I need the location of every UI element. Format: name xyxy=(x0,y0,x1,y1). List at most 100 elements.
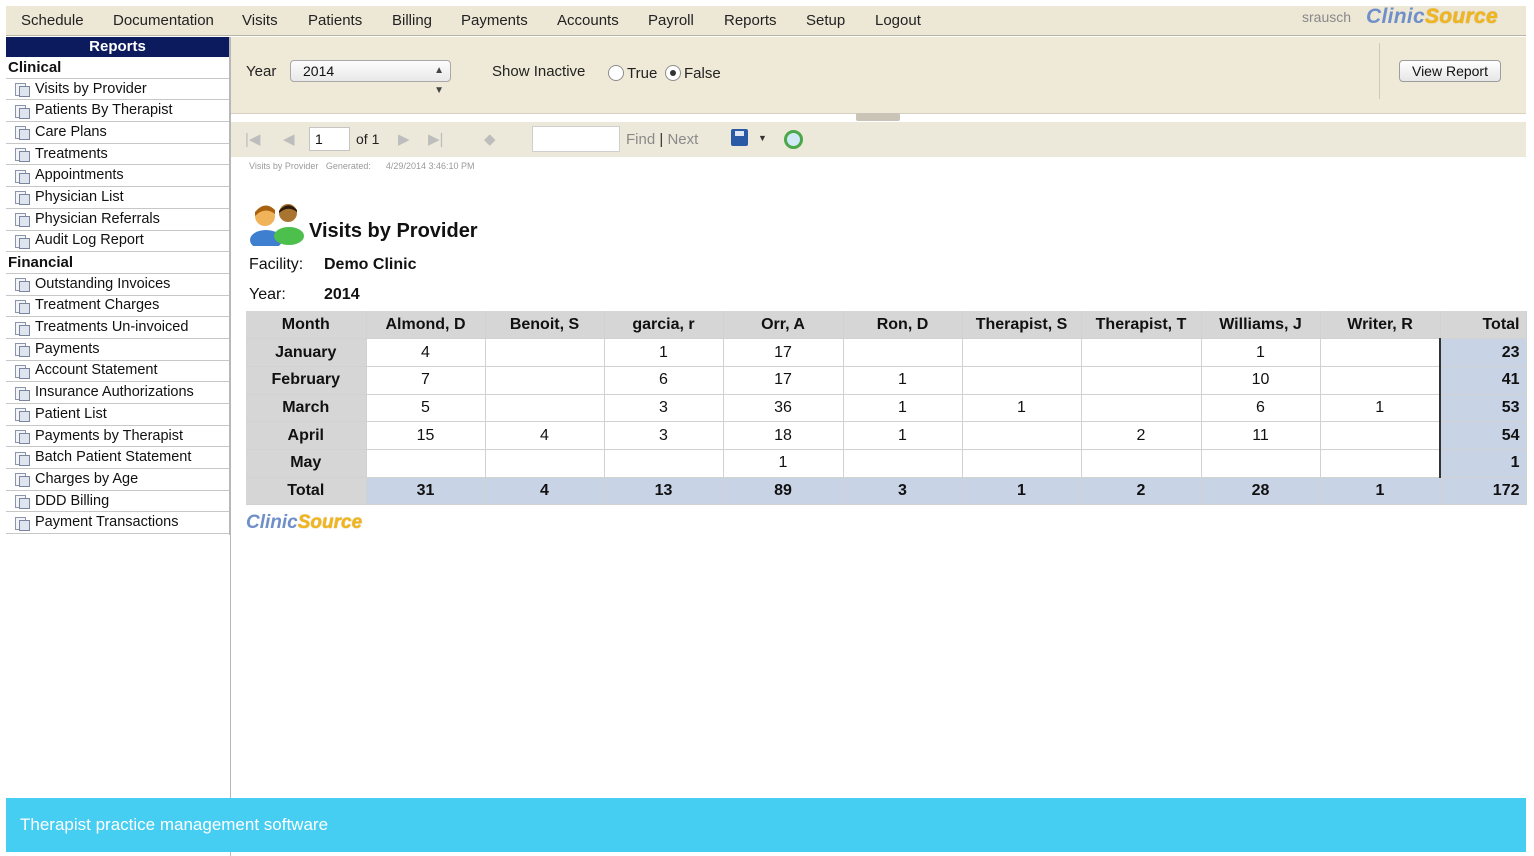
sidebar-item-label: Treatments xyxy=(35,145,108,162)
nav-visits[interactable]: Visits xyxy=(242,6,278,36)
sidebar-item-appointments[interactable]: Appointments xyxy=(6,165,229,188)
radio-false[interactable] xyxy=(665,65,681,81)
sidebar-item-charges-by-age[interactable]: Charges by Age xyxy=(6,469,229,491)
sidebar-item-outstanding-invoices[interactable]: Outstanding Invoices xyxy=(6,274,229,296)
sidebar-item-visits-by-provider[interactable]: Visits by Provider xyxy=(6,79,229,101)
select-arrows-icon: ▲ ▼ xyxy=(434,65,444,96)
sidebar-item-patients-by-therapist[interactable]: Patients By Therapist xyxy=(6,100,229,123)
row-total-cell: 172 xyxy=(1440,477,1527,506)
sidebar-item-payments-by-therapist[interactable]: Payments by Therapist xyxy=(6,426,229,448)
table-cell xyxy=(485,449,605,478)
report-doc-icon xyxy=(14,234,30,249)
back-icon[interactable]: ◆ xyxy=(484,122,496,157)
table-row: February 7 6 17 1 10 41 xyxy=(246,366,1527,395)
refresh-icon[interactable] xyxy=(784,130,803,149)
table-cell: 1 xyxy=(723,449,844,478)
table-cell: 1 xyxy=(843,394,963,423)
next-page-icon[interactable]: ▶ xyxy=(398,122,410,157)
sidebar-item-care-plans[interactable]: Care Plans xyxy=(6,122,229,144)
collapse-params-handle[interactable] xyxy=(856,113,900,121)
report-doc-icon xyxy=(14,190,30,206)
table-cell xyxy=(962,338,1082,367)
table-cell: 13 xyxy=(604,477,724,506)
report-doc-icon xyxy=(14,277,30,293)
nav-patients[interactable]: Patients xyxy=(308,6,362,36)
nav-documentation[interactable]: Documentation xyxy=(113,6,214,36)
users-icon xyxy=(250,204,304,246)
row-label: May xyxy=(246,449,367,478)
params-separator xyxy=(1379,43,1380,99)
page-count: of 1 xyxy=(356,131,380,147)
report-doc-icon xyxy=(14,429,30,445)
table-cell: 28 xyxy=(1201,477,1321,506)
sidebar-item-patient-list[interactable]: Patient List xyxy=(6,404,229,426)
sidebar-item-treatments-un-invoiced[interactable]: Treatments Un-invoiced xyxy=(6,317,229,339)
table-cell: 6 xyxy=(604,366,724,395)
meta-generated-time: 4/29/2014 3:46:10 PM xyxy=(385,161,475,171)
radio-false-label: False xyxy=(684,65,721,82)
export-dropdown-icon[interactable]: ▼ xyxy=(758,122,767,155)
report-parameters: Year 2014 ▲ ▼ Show Inactive True False Vie… xyxy=(231,37,1526,121)
visits-table: Month Almond, D Benoit, Sgarcia, r Orr, A Ro… xyxy=(246,311,1527,506)
sidebar-item-physician-list[interactable]: Physician List xyxy=(6,187,229,209)
sidebar-item-payment-transactions[interactable]: Payment Transactions xyxy=(6,512,229,535)
table-cell: 4 xyxy=(366,338,486,367)
view-report-button[interactable]: View Report xyxy=(1399,60,1501,82)
sidebar-item-label: DDD Billing xyxy=(35,492,110,509)
find-link[interactable]: Find xyxy=(626,131,655,148)
nav-billing[interactable]: Billing xyxy=(392,6,432,36)
prev-page-icon[interactable]: ◀ xyxy=(283,122,295,157)
nav-logout[interactable]: Logout xyxy=(875,6,921,36)
nav-reports[interactable]: Reports xyxy=(724,6,777,36)
sidebar-item-batch-patient-statement[interactable]: Batch Patient Statement xyxy=(6,447,229,470)
year-select-value: 2014 xyxy=(303,63,335,79)
column-header-williams-j: Williams, J xyxy=(1201,311,1321,340)
find-input[interactable] xyxy=(532,126,620,152)
sidebar-item-payments[interactable]: Payments xyxy=(6,339,229,361)
year-select[interactable]: 2014 ▲ ▼ xyxy=(290,60,451,96)
sidebar-item-insurance-authorizations[interactable]: Insurance Authorizations xyxy=(6,382,229,404)
show-inactive-label: Show Inactive xyxy=(492,63,586,80)
page-number-input[interactable]: 1 xyxy=(309,127,350,151)
column-header-therapist-s: Therapist, S xyxy=(962,311,1082,340)
sidebar-item-label: Payment Transactions xyxy=(35,514,179,531)
sidebar-item-treatment-charges[interactable]: Treatment Charges xyxy=(6,296,229,318)
sidebar-item-label: Treatment Charges xyxy=(35,297,160,314)
nav-payroll[interactable]: Payroll xyxy=(648,6,694,36)
radio-true[interactable] xyxy=(608,65,624,81)
logo-text-source: Source xyxy=(1424,5,1498,28)
table-cell: 11 xyxy=(1201,421,1321,450)
last-page-icon[interactable]: ▶| xyxy=(428,122,443,157)
sidebar-item-label: Physician Referrals xyxy=(35,210,160,227)
table-cell: 3 xyxy=(604,394,724,423)
sidebar-item-label: Payments by Therapist xyxy=(35,427,184,444)
first-page-icon[interactable]: |◀ xyxy=(245,122,260,157)
sidebar-item-ddd-billing[interactable]: DDD Billing xyxy=(6,491,229,513)
column-header-month: Month xyxy=(246,311,367,340)
sidebar-item-label: Outstanding Invoices xyxy=(35,275,171,292)
row-total-cell: 53 xyxy=(1439,394,1527,423)
nav-payments[interactable]: Payments xyxy=(461,6,528,36)
clinicsource-logo: ClinicSource xyxy=(1366,6,1498,28)
row-label: Total xyxy=(246,477,367,506)
report-doc-icon xyxy=(14,364,30,379)
sidebar-item-audit-log-report[interactable]: Audit Log Report xyxy=(6,231,229,253)
meta-generated-label: Generated: xyxy=(325,161,371,171)
facility-value: Demo Clinic xyxy=(324,256,417,273)
column-header-garcia-r: garcia, r xyxy=(604,311,724,340)
table-cell xyxy=(1320,421,1441,450)
nav-accounts[interactable]: Accounts xyxy=(557,6,619,36)
sidebar-item-account-statement[interactable]: Account Statement xyxy=(6,361,229,383)
table-cell: 6 xyxy=(1201,394,1321,423)
table-cell: 4 xyxy=(485,421,605,450)
nav-schedule[interactable]: Schedule xyxy=(21,6,84,36)
export-save-icon[interactable] xyxy=(731,129,748,146)
table-cell xyxy=(485,366,605,395)
table-cell xyxy=(1320,338,1441,367)
sidebar-item-physician-referrals[interactable]: Physician Referrals xyxy=(6,209,229,231)
next-link[interactable]: Next xyxy=(667,131,698,148)
sidebar-category-clinical: Clinical xyxy=(6,57,229,79)
table-cell xyxy=(1320,449,1441,478)
nav-setup[interactable]: Setup xyxy=(806,6,845,36)
sidebar-item-treatments[interactable]: Treatments xyxy=(6,144,229,166)
